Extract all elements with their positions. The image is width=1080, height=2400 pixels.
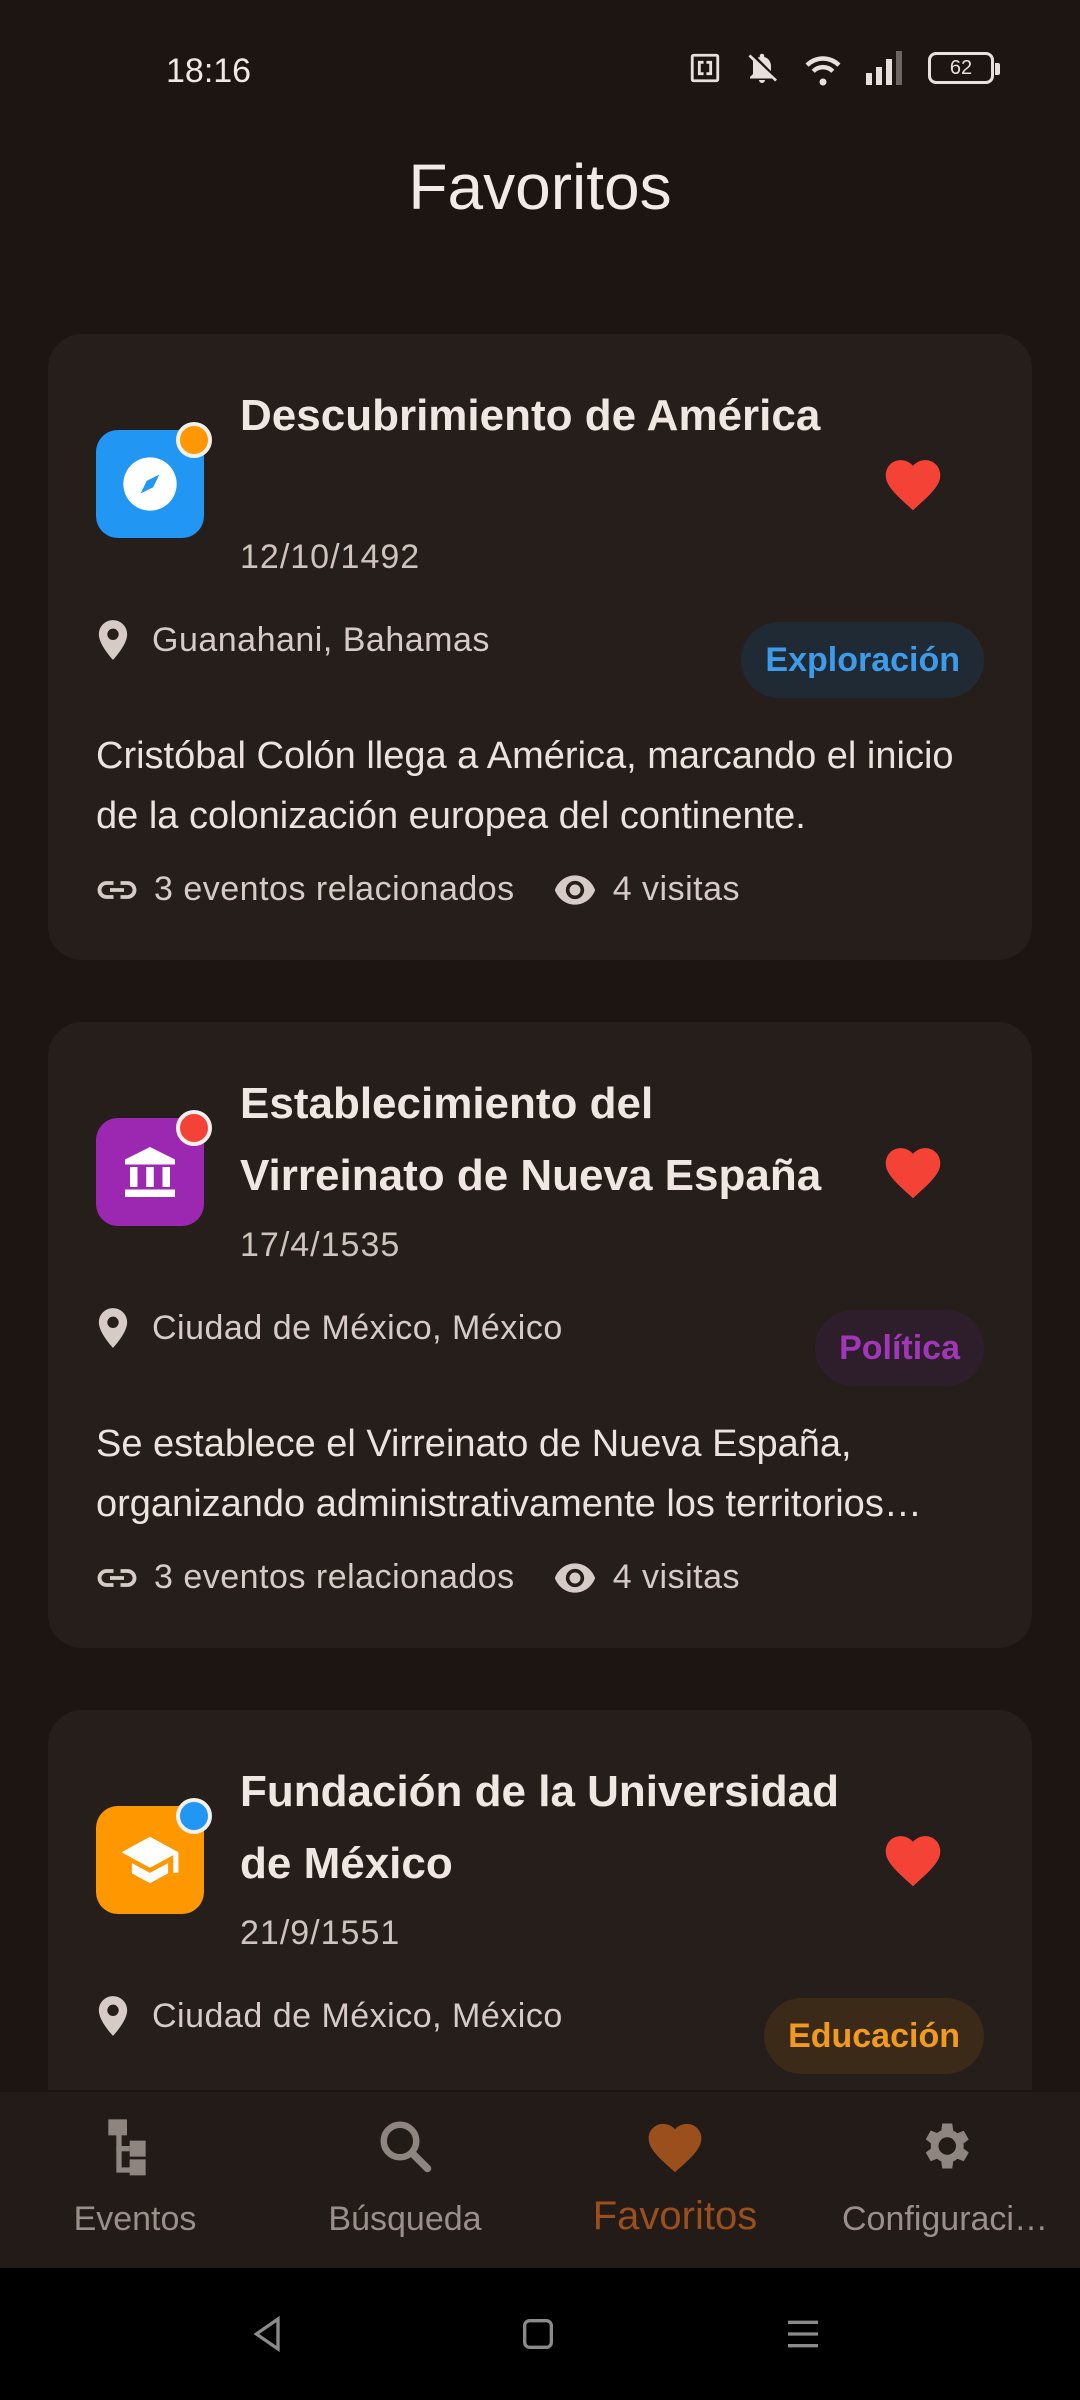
event-location: Ciudad de México, México — [96, 1308, 563, 1348]
location-pin-icon — [98, 1308, 128, 1348]
location-pin-icon — [98, 1996, 128, 2036]
gear-icon — [925, 2123, 969, 2169]
nav-item-eventos[interactable]: Eventos — [0, 2092, 270, 2268]
heart-icon[interactable] — [880, 1140, 946, 1200]
status-dot — [176, 1110, 212, 1146]
eye-icon — [554, 1562, 595, 1593]
battery-level: 62 — [949, 56, 973, 79]
category-tag: Educación — [764, 1998, 984, 2074]
search-icon — [380, 2121, 432, 2173]
event-category-icon — [96, 422, 212, 538]
nav-item-busqueda[interactable]: Búsqueda — [270, 2092, 540, 2268]
battery-indicator: 62 — [928, 52, 1000, 84]
event-description: Cristóbal Colón llega a América, marcand… — [96, 735, 954, 837]
event-description: Se establece el Virreinato de Nueva Espa… — [96, 1423, 884, 1525]
heart-icon[interactable] — [880, 1828, 946, 1888]
event-category-icon — [96, 1798, 212, 1914]
event-category-icon — [96, 1110, 212, 1226]
silent-bell-icon — [748, 53, 777, 83]
event-card[interactable]: Establecimiento del Virreinato de Nueva … — [48, 1022, 1032, 1648]
compass-icon — [123, 457, 177, 511]
graduation-cap-icon — [121, 1836, 179, 1884]
menu-icon[interactable] — [782, 2314, 824, 2354]
eye-icon — [554, 874, 595, 905]
nfc-icon — [690, 53, 720, 83]
status-icons: 62 — [688, 50, 1000, 86]
event-card[interactable]: Descubrimiento de América 12/10/1492 Gua… — [48, 334, 1032, 960]
category-tag: Política — [815, 1310, 984, 1386]
event-date: 21/9/1551 — [240, 1914, 401, 1952]
event-meta: 3 eventos relacionados 4 visitas — [96, 870, 740, 909]
event-location: Ciudad de México, México — [96, 1996, 563, 2036]
category-tag: Exploración — [741, 622, 984, 698]
location-text: Guanahani, Bahamas — [152, 620, 490, 659]
event-title: Descubrimiento de América — [240, 391, 821, 440]
nav-label: Configuraci… — [842, 2200, 1048, 2238]
event-location: Guanahani, Bahamas — [96, 620, 490, 660]
nav-label: Eventos — [73, 2200, 197, 2238]
home-icon[interactable] — [518, 2314, 558, 2354]
visits: 4 visitas — [553, 1558, 740, 1597]
event-card[interactable]: Fundación de la Universidad de México 21… — [48, 1710, 1032, 2090]
link-icon — [97, 880, 137, 899]
institution-icon — [125, 1147, 175, 1197]
system-navigation-bar — [0, 2268, 1080, 2400]
bottom-navigation: Eventos Búsqueda Favoritos Configuraci… — [0, 2092, 1080, 2268]
page-title: Favoritos — [408, 151, 672, 223]
event-title: Establecimiento del Virreinato de Nueva … — [240, 1079, 822, 1200]
nav-item-configuracion[interactable]: Configuraci… — [810, 2092, 1080, 2268]
status-bar: 18:16 62 — [0, 0, 1080, 140]
event-date: 12/10/1492 — [240, 538, 421, 576]
nav-label: Favoritos — [592, 2194, 758, 2238]
link-icon — [97, 1568, 137, 1587]
visits-count: 4 visitas — [612, 1558, 741, 1596]
event-meta: 3 eventos relacionados 4 visitas — [96, 1558, 740, 1597]
visits-count: 4 visitas — [612, 870, 741, 908]
heart-icon — [648, 2123, 702, 2173]
related-events: 3 eventos relacionados — [96, 1558, 515, 1597]
signal-icon — [866, 51, 902, 85]
timeline-icon — [108, 2119, 146, 2176]
related-count: 3 eventos relacionados — [154, 870, 515, 908]
back-icon[interactable] — [248, 2314, 288, 2354]
status-dot — [176, 1798, 212, 1834]
status-dot — [176, 422, 212, 458]
location-pin-icon — [98, 620, 128, 660]
status-time: 18:16 — [166, 52, 252, 90]
related-count: 3 eventos relacionados — [154, 1558, 515, 1596]
visits: 4 visitas — [553, 870, 740, 909]
nav-label: Búsqueda — [328, 2200, 482, 2238]
event-date: 17/4/1535 — [240, 1226, 401, 1264]
wifi-icon — [805, 56, 841, 86]
location-text: Ciudad de México, México — [152, 1996, 563, 2035]
favorites-list[interactable]: Descubrimiento de América 12/10/1492 Gua… — [48, 334, 1032, 2090]
heart-icon[interactable] — [880, 452, 946, 512]
nav-item-favoritos[interactable]: Favoritos — [540, 2092, 810, 2268]
related-events: 3 eventos relacionados — [96, 870, 515, 909]
event-title: Fundación de la Universidad de México — [240, 1767, 840, 1888]
location-text: Ciudad de México, México — [152, 1308, 563, 1347]
